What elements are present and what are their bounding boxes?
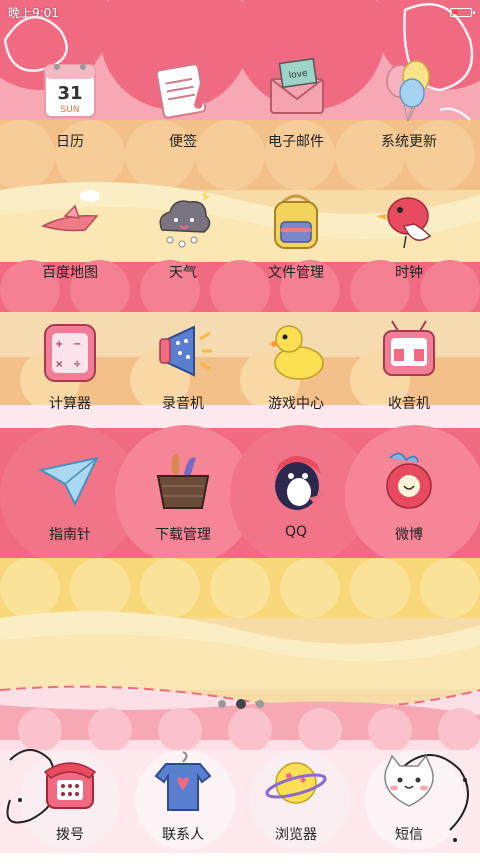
tv-radio-icon	[383, 320, 435, 376]
app-label: 计算器	[49, 396, 91, 412]
app-label: 拨号	[56, 827, 84, 843]
dock: 拨号 联系人 浏览器 短信	[0, 740, 480, 853]
app-email[interactable]: love 电子邮件	[241, 55, 351, 175]
app-file-manager[interactable]: 文件管理	[241, 186, 351, 306]
app-label: 下载管理	[155, 527, 211, 543]
app-game-center[interactable]: 游戏中心	[241, 317, 351, 437]
page-dot[interactable]	[218, 700, 226, 708]
app-compass[interactable]: 指南针	[15, 448, 125, 568]
status-time: 晚上9:01	[8, 6, 59, 20]
app-notes[interactable]: 便签	[128, 55, 238, 175]
paper-plane-map-icon	[41, 190, 100, 232]
bird-clock-icon	[376, 197, 432, 249]
cat-message-icon	[384, 754, 434, 807]
backpack-icon	[274, 194, 318, 249]
page-indicator[interactable]	[216, 697, 266, 711]
paper-airplane-icon	[38, 456, 99, 507]
telephone-icon	[43, 762, 97, 809]
cloud-weather-icon	[159, 190, 211, 248]
penguin-icon	[275, 456, 323, 510]
email-icon: love	[270, 57, 324, 114]
app-label: 录音机	[162, 396, 204, 412]
svg-text:÷: ÷	[73, 359, 81, 370]
app-label: 文件管理	[268, 265, 324, 281]
dock-app-contacts[interactable]: 联系人	[128, 748, 238, 868]
app-baidu-map[interactable]: 百度地图	[15, 186, 125, 306]
app-label: 收音机	[388, 396, 430, 412]
app-radio[interactable]: 收音机	[354, 317, 464, 437]
megaphone-icon	[159, 325, 212, 377]
app-label: 指南针	[49, 527, 91, 543]
dock-app-browser[interactable]: 浏览器	[241, 748, 351, 868]
app-system-update[interactable]: 系统更新	[354, 55, 464, 175]
app-label: 游戏中心	[268, 396, 324, 412]
page-dot-active[interactable]	[236, 699, 246, 709]
dock-app-dialer[interactable]: 拨号	[15, 748, 125, 868]
app-label: 天气	[169, 265, 197, 281]
app-label: 浏览器	[275, 827, 317, 843]
duck-icon	[270, 325, 324, 380]
app-label: 联系人	[162, 827, 204, 843]
app-label: 时钟	[395, 265, 423, 281]
app-clock[interactable]: 时钟	[354, 186, 464, 306]
svg-text:×: ×	[55, 359, 63, 370]
app-download-manager[interactable]: 下载管理	[128, 448, 238, 568]
app-weibo[interactable]: 微博	[354, 448, 464, 568]
planet-browser-icon	[265, 762, 327, 804]
shirt-contacts-icon	[154, 751, 212, 811]
app-calendar[interactable]: 31 SUN 日历	[15, 55, 125, 175]
notes-icon	[155, 63, 210, 119]
page-dot[interactable]	[256, 700, 264, 708]
dock-app-messages[interactable]: 短信	[354, 748, 464, 868]
svg-text:−: −	[73, 339, 81, 350]
calculator-icon: + − × ÷	[44, 324, 96, 382]
app-label: 百度地图	[42, 265, 98, 281]
app-recorder[interactable]: 录音机	[128, 317, 238, 437]
status-bar: 晚上9:01	[0, 0, 480, 26]
app-label: 日历	[56, 134, 84, 150]
app-qq[interactable]: QQ	[241, 448, 351, 568]
app-weather[interactable]: 天气	[128, 186, 238, 306]
basket-icon	[156, 453, 210, 509]
app-label: 电子邮件	[268, 134, 324, 150]
svg-text:31: 31	[57, 83, 82, 104]
app-label: QQ	[284, 524, 308, 540]
app-label: 便签	[169, 134, 197, 150]
balloons-icon	[386, 60, 430, 122]
app-label: 短信	[395, 827, 423, 843]
svg-text:+: +	[55, 339, 63, 350]
app-label: 系统更新	[381, 134, 437, 150]
flower-weibo-icon	[386, 452, 432, 509]
app-label: 微博	[395, 527, 423, 543]
svg-text:SUN: SUN	[60, 105, 79, 115]
app-calculator[interactable]: + − × ÷ 计算器	[15, 317, 125, 437]
battery-icon	[450, 8, 475, 17]
calendar-icon: 31 SUN	[44, 64, 96, 118]
